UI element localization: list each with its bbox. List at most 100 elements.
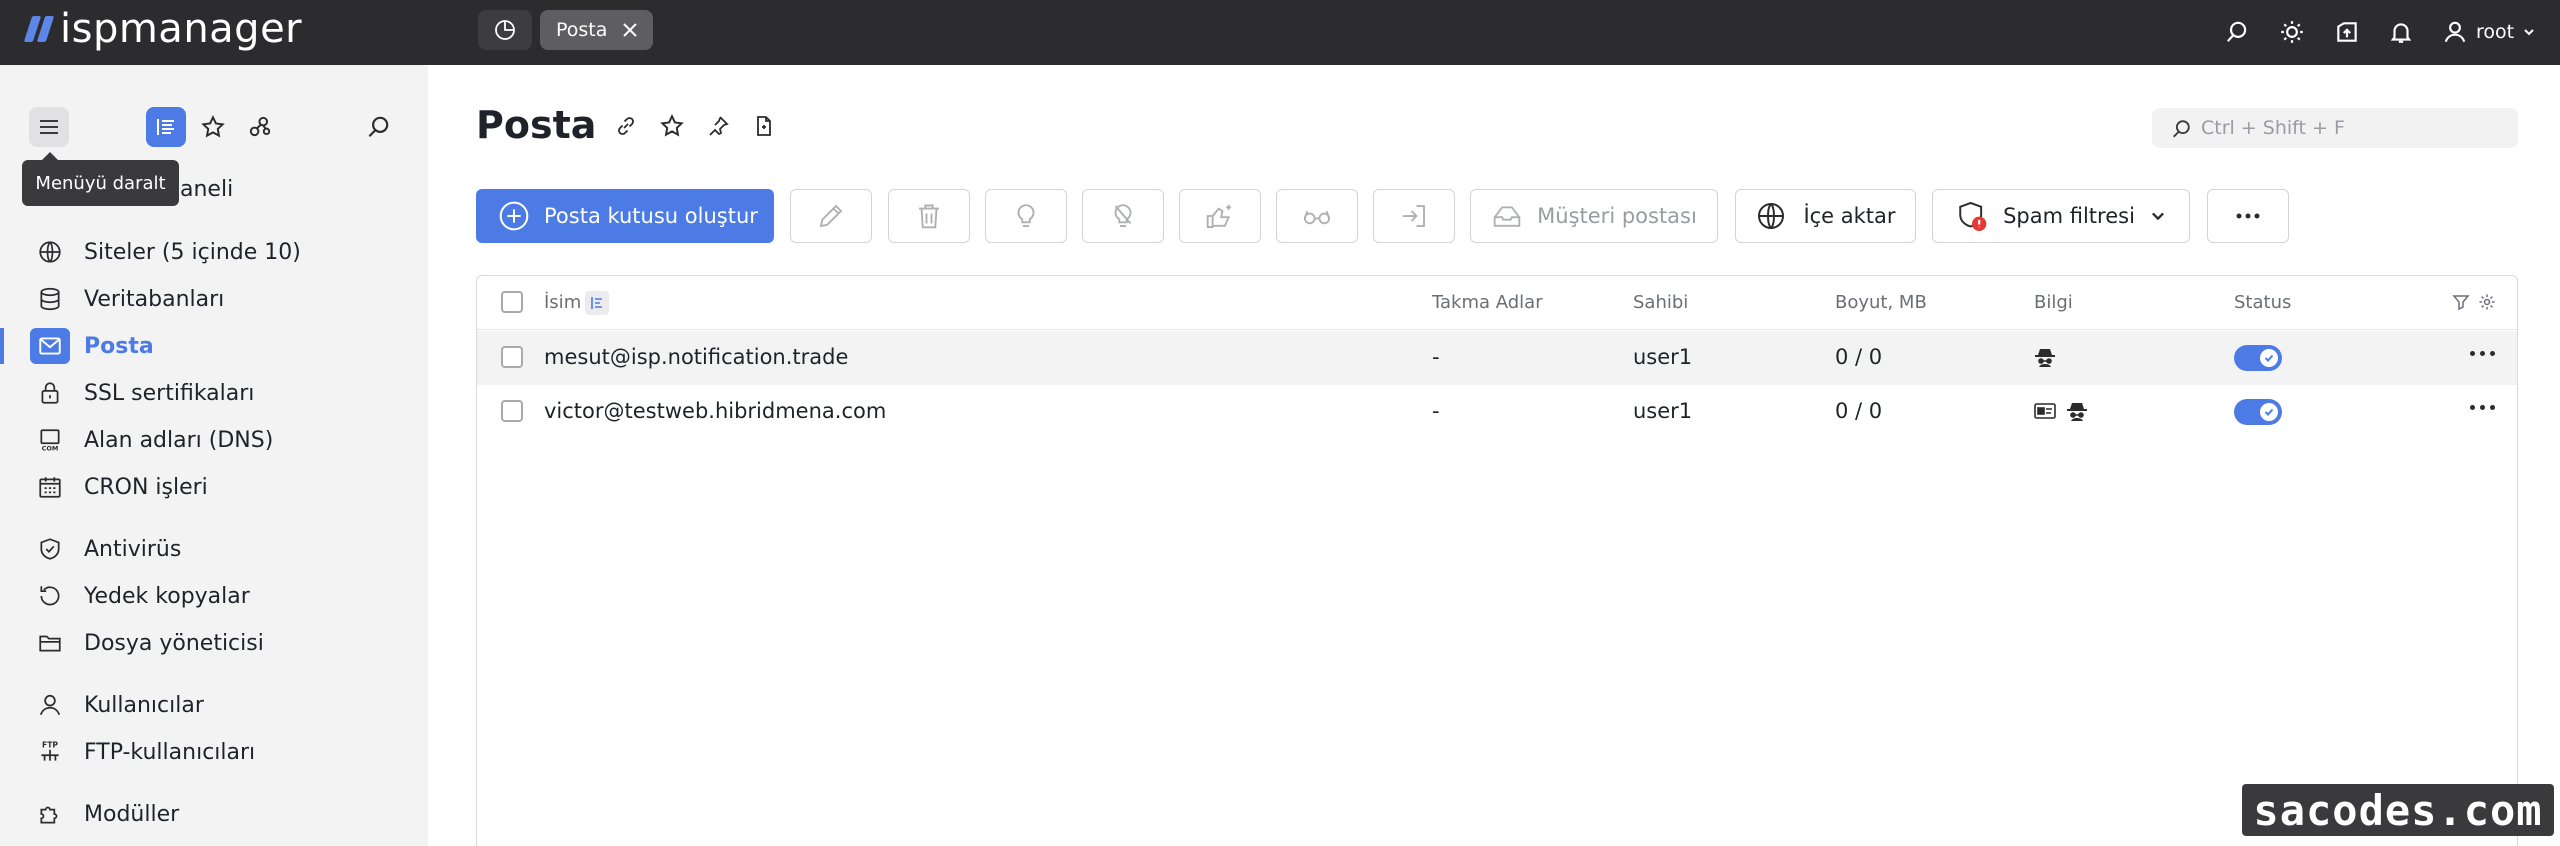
close-icon[interactable] xyxy=(621,21,639,39)
sidebar-item-label: Alan adları (DNS) xyxy=(84,427,274,453)
column-header-aliases[interactable]: Takma Adlar xyxy=(1432,292,1543,313)
list-icon xyxy=(157,119,174,135)
sidebar-item-antivirus[interactable]: Antivirüs xyxy=(0,527,428,571)
more-horizontal-icon xyxy=(2236,213,2260,219)
bell-icon xyxy=(2390,23,2412,43)
spam-filter-button[interactable]: Spam filtresi xyxy=(1932,189,2190,243)
ftp-icon: FTP xyxy=(30,736,70,768)
column-header-owner[interactable]: Sahibi xyxy=(1633,292,1688,313)
column-header-name[interactable]: İsim xyxy=(544,292,581,313)
import-button[interactable]: İçe aktar xyxy=(1735,189,1916,243)
sidebar-item-modules[interactable]: Modüller xyxy=(0,792,428,836)
edit-button[interactable] xyxy=(790,189,872,243)
row-menu-button[interactable] xyxy=(2470,405,2495,410)
sidebar-item-dns[interactable]: COM Alan adları (DNS) xyxy=(0,418,428,462)
sidebar-item-label: Dosya yöneticisi xyxy=(84,630,264,656)
search-icon xyxy=(2170,118,2192,144)
select-all-checkbox[interactable] xyxy=(501,291,523,313)
backup-icon xyxy=(30,580,70,612)
sidebar-item-backups[interactable]: Yedek kopyalar xyxy=(0,574,428,618)
sidebar-item-label: SSL sertifikaları xyxy=(84,380,255,406)
status-toggle[interactable] xyxy=(2234,345,2282,371)
sidebar-item-mail[interactable]: Posta xyxy=(0,324,428,368)
client-mail-button[interactable]: Müşteri postası xyxy=(1470,189,1718,243)
hamburger-icon xyxy=(40,120,58,134)
mailbox-table: İsim Takma Adlar Sahibi Boyut, MB Bilgi … xyxy=(476,275,2518,846)
sidebar-item-label: FTP-kullanıcıları xyxy=(84,739,256,765)
favorites-tab[interactable] xyxy=(193,107,233,147)
global-search[interactable]: Ctrl + Shift + F xyxy=(2152,108,2518,148)
mailbox-size: 0 / 0 xyxy=(1835,399,1883,423)
spam-filter-label: Spam filtresi xyxy=(2003,204,2135,228)
column-header-size[interactable]: Boyut, MB xyxy=(1835,292,1927,313)
logo[interactable]: ispmanager xyxy=(23,6,302,52)
folder-icon xyxy=(30,627,70,659)
tab-label: Posta xyxy=(556,19,608,41)
user-icon xyxy=(30,689,70,721)
search-button[interactable] xyxy=(2222,17,2252,47)
svg-text:FTP: FTP xyxy=(42,741,58,750)
table-row[interactable]: mesut@isp.notification.trade - user1 0 /… xyxy=(477,331,2517,385)
info-icons xyxy=(2033,400,2089,426)
page-title: Posta xyxy=(476,103,597,147)
glasses-icon xyxy=(1303,210,1331,225)
updates-button[interactable] xyxy=(2332,17,2362,47)
mailbox-owner: user1 xyxy=(1633,345,1693,369)
sidebar-item-file-manager[interactable]: Dosya yöneticisi xyxy=(0,621,428,665)
plus-circle-icon xyxy=(499,201,529,231)
sort-icon[interactable] xyxy=(585,291,609,315)
mark-spam-button[interactable] xyxy=(1179,189,1261,243)
molecule-icon xyxy=(249,116,271,137)
sidebar-item-label: Kullanıcılar xyxy=(84,692,204,718)
sidebar-item-sites[interactable]: Siteler (5 içinde 10) xyxy=(0,230,428,274)
delete-button[interactable] xyxy=(888,189,970,243)
status-toggle[interactable] xyxy=(2234,399,2282,425)
row-menu-button[interactable] xyxy=(2470,351,2495,356)
column-header-status[interactable]: Status xyxy=(2234,292,2291,313)
table-header: İsim Takma Adlar Sahibi Boyut, MB Bilgi … xyxy=(477,276,2517,330)
login-button[interactable] xyxy=(1373,189,1455,243)
search-icon xyxy=(2226,21,2247,42)
user-menu[interactable]: root xyxy=(2442,17,2536,47)
shield-check-icon xyxy=(30,533,70,565)
settings-icon[interactable] xyxy=(2478,293,2496,315)
enable-button[interactable] xyxy=(985,189,1067,243)
link-icon[interactable] xyxy=(612,112,640,140)
title-actions xyxy=(612,112,778,140)
dashboard-button[interactable] xyxy=(478,10,532,50)
sidebar-item-users[interactable]: Kullanıcılar xyxy=(0,683,428,727)
all-items-tab[interactable] xyxy=(146,107,186,147)
chevron-down-icon xyxy=(2151,212,2164,221)
view-button[interactable] xyxy=(1276,189,1358,243)
groups-tab[interactable] xyxy=(240,107,280,147)
sidebar-item-ssl[interactable]: SSL sertifikaları xyxy=(0,371,428,415)
row-checkbox[interactable] xyxy=(501,346,523,368)
lightbulb-icon xyxy=(1017,204,1035,227)
row-checkbox[interactable] xyxy=(501,400,523,422)
collapse-menu-button[interactable] xyxy=(29,107,69,147)
create-mailbox-button[interactable]: Posta kutusu oluştur xyxy=(476,189,774,243)
tab-posta[interactable]: Posta xyxy=(540,10,654,50)
table-row[interactable]: victor@testweb.hibridmena.com - user1 0 … xyxy=(477,385,2517,439)
svg-text:COM: COM xyxy=(42,444,59,452)
disable-button[interactable] xyxy=(1082,189,1164,243)
dns-icon: COM xyxy=(30,424,70,456)
sun-icon xyxy=(2281,21,2303,43)
star-icon xyxy=(201,114,225,138)
pin-icon[interactable] xyxy=(704,112,732,140)
create-mailbox-label: Posta kutusu oluştur xyxy=(544,204,758,228)
column-header-info[interactable]: Bilgi xyxy=(2034,292,2073,313)
sidebar-item-databases[interactable]: Veritabanları xyxy=(0,277,428,321)
user-name: root xyxy=(2476,21,2515,43)
sidebar-item-cron[interactable]: CRON işleri xyxy=(0,465,428,509)
document-icon[interactable] xyxy=(750,112,778,140)
notifications-button[interactable] xyxy=(2386,17,2416,47)
sidebar-item-ftp-users[interactable]: FTP FTP-kullanıcıları xyxy=(0,730,428,774)
sidebar-search-button[interactable] xyxy=(358,107,398,147)
filter-icon[interactable] xyxy=(2452,293,2470,315)
sidebar: Menüyü daralt aneli Siteler (5 içinde 10… xyxy=(0,65,428,846)
theme-toggle-button[interactable] xyxy=(2277,17,2307,47)
star-icon[interactable] xyxy=(658,112,686,140)
thumb-icon xyxy=(1206,204,1232,228)
more-actions-button[interactable] xyxy=(2207,189,2289,243)
